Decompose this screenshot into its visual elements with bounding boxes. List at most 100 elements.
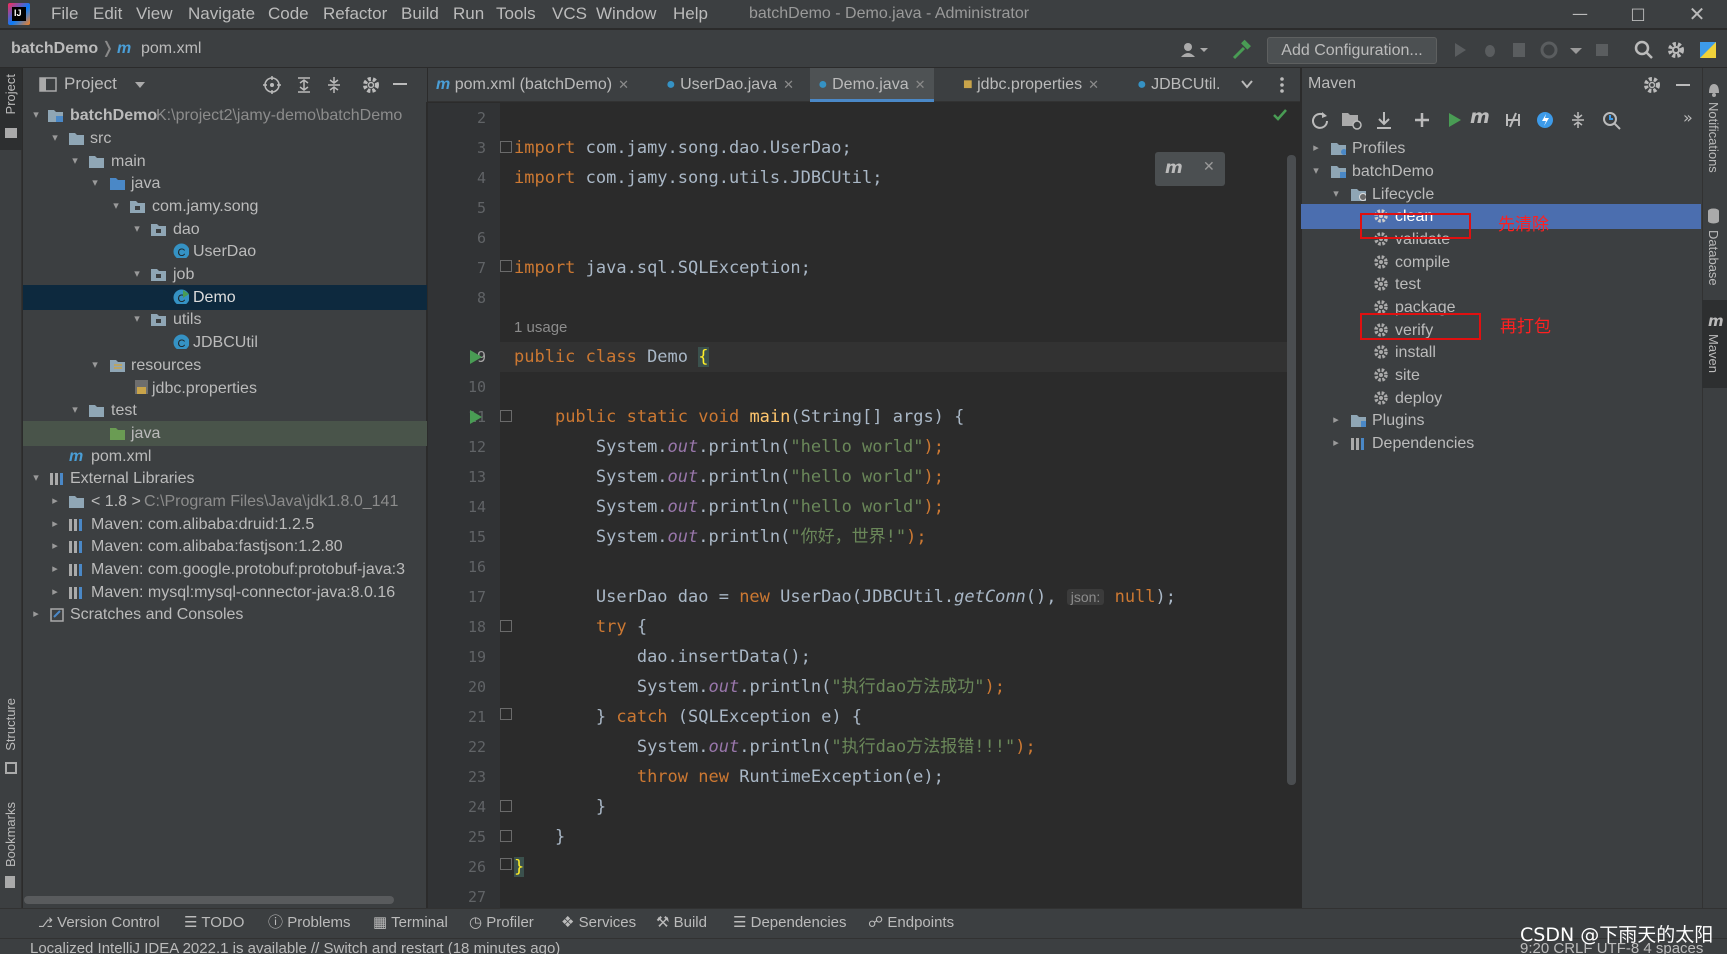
tool-problems[interactable]: ⓘ Problems	[268, 913, 351, 933]
tree-item-jdbcutil[interactable]: C JDBCUtil	[23, 330, 427, 355]
fold-marker-icon[interactable]	[500, 830, 512, 842]
tab-jdbcutil[interactable]: ● JDBCUtil.	[1137, 68, 1220, 102]
more-run-chevron-icon[interactable]	[1564, 38, 1588, 62]
download-sources-icon[interactable]	[1374, 110, 1394, 130]
hide-maven-panel-icon[interactable]	[1676, 84, 1690, 86]
minimize-icon[interactable]: —	[1563, 3, 1597, 25]
menu-file[interactable]: File	[51, 4, 78, 24]
tool-build[interactable]: ⚒ Build	[656, 913, 707, 933]
close-tab-icon[interactable]: ✕	[1088, 77, 1099, 92]
locate-file-icon[interactable]	[262, 75, 282, 95]
run-main-gutter-icon[interactable]	[470, 410, 482, 424]
run-icon[interactable]	[1448, 38, 1472, 62]
project-settings-gear-icon[interactable]	[361, 75, 381, 95]
build-hammer-icon[interactable]	[1230, 38, 1254, 62]
tree-item-external-libraries[interactable]: ▾ External Libraries	[23, 466, 427, 491]
close-tab-icon[interactable]: ✕	[618, 77, 629, 92]
toggle-offline-icon[interactable]	[1503, 110, 1523, 130]
maven-item-plugins[interactable]: ▸ Plugins	[1301, 408, 1701, 433]
maven-phase-test[interactable]: test	[1301, 272, 1701, 297]
project-panel-title[interactable]: Project	[64, 74, 117, 94]
jetbrains-update-icon[interactable]	[1696, 38, 1720, 62]
menu-edit[interactable]: Edit	[93, 4, 122, 24]
tool-version-control[interactable]: ⎇ Version Control	[38, 913, 160, 933]
menu-build[interactable]: Build	[401, 4, 439, 24]
add-maven-project-folder-icon[interactable]	[1341, 110, 1363, 130]
tree-item-java-source[interactable]: ▾ java	[23, 171, 427, 196]
add-configuration-button[interactable]: Add Configuration...	[1267, 37, 1437, 64]
tree-item-jdk[interactable]: ▸ < 1.8 > C:\Program Files\Java\jdk1.8.0…	[23, 489, 427, 514]
close-tab-icon[interactable]: ✕	[783, 77, 794, 92]
profile-icon[interactable]	[1538, 38, 1562, 62]
expand-all-icon[interactable]	[294, 75, 314, 95]
hide-panel-icon[interactable]	[393, 83, 407, 85]
reload-maven-icon[interactable]	[1310, 110, 1330, 130]
tree-item-java-test[interactable]: java	[23, 421, 427, 446]
fold-marker-icon[interactable]	[500, 260, 512, 272]
maven-item-profiles[interactable]: ▸ Profiles	[1301, 136, 1701, 161]
menu-view[interactable]: View	[136, 4, 173, 24]
tool-profiler[interactable]: ◷ Profiler	[469, 913, 534, 933]
editor-vertical-scrollbar[interactable]	[1287, 155, 1296, 785]
notifications-bell-icon[interactable]	[1706, 80, 1722, 98]
tree-item-userdao[interactable]: C UserDao	[23, 239, 427, 264]
more-tabs-menu-icon[interactable]	[1280, 76, 1284, 94]
fold-marker-icon[interactable]	[500, 858, 512, 870]
tool-endpoints[interactable]: ☍ Endpoints	[868, 913, 954, 933]
execute-maven-goal-icon[interactable]: m	[1470, 106, 1490, 128]
menu-run[interactable]: Run	[453, 4, 484, 24]
usage-inlay-hint[interactable]: 1 usage	[514, 315, 567, 340]
tree-item-resources[interactable]: ▾ resources	[23, 353, 427, 378]
close-tab-icon[interactable]: ✕	[915, 77, 926, 92]
maven-reload-icon[interactable]: m	[1165, 158, 1183, 178]
tab-pom-xml[interactable]: m pom.xml (batchDemo) ✕	[436, 68, 629, 102]
debug-icon[interactable]	[1478, 38, 1502, 62]
menu-tools[interactable]: Tools	[496, 4, 536, 24]
fold-marker-icon[interactable]	[500, 141, 512, 153]
close-popup-icon[interactable]: ✕	[1203, 159, 1215, 175]
tabs-dropdown-chevron-icon[interactable]	[1240, 78, 1254, 90]
maximize-icon[interactable]: □	[1621, 3, 1655, 25]
fold-marker-icon[interactable]	[500, 708, 512, 720]
tool-services[interactable]: ❖ Services	[561, 913, 636, 933]
status-message[interactable]: Localized IntelliJ IDEA 2022.1 is availa…	[30, 938, 560, 954]
tree-item-package-com-jamy-song[interactable]: ▾ com.jamy.song	[23, 194, 427, 219]
run-class-gutter-icon[interactable]	[470, 350, 482, 364]
search-icon[interactable]	[1632, 38, 1656, 62]
collapse-all-icon[interactable]	[324, 75, 344, 95]
maven-settings-gear-icon[interactable]	[1642, 75, 1662, 95]
maven-tool-label[interactable]: Maven	[1706, 334, 1721, 373]
close-window-icon[interactable]: ✕	[1680, 3, 1714, 25]
tree-item-scratches[interactable]: ▸ Scratches and Consoles	[23, 602, 427, 627]
project-horizontal-scrollbar[interactable]	[24, 896, 394, 904]
maven-phase-site[interactable]: site	[1301, 363, 1701, 388]
bookmarks-tool-label[interactable]: Bookmarks	[3, 802, 18, 867]
menu-refactor[interactable]: Refactor	[323, 4, 387, 24]
project-tool-label[interactable]: Project	[3, 74, 18, 114]
coverage-icon[interactable]	[1508, 38, 1532, 62]
collapse-all-icon[interactable]	[1568, 110, 1588, 130]
tool-todo[interactable]: ☰ TODO	[184, 913, 244, 933]
menu-code[interactable]: Code	[268, 4, 309, 24]
tree-item-job[interactable]: ▾ job	[23, 262, 427, 287]
menu-window[interactable]: Window	[596, 4, 656, 24]
tab-demo-java[interactable]: ● Demo.java ✕	[810, 68, 934, 102]
maven-item-dependencies[interactable]: ▸ Dependencies	[1301, 431, 1701, 456]
show-dependencies-icon[interactable]	[1601, 110, 1623, 130]
breadcrumb-project[interactable]: batchDemo	[11, 39, 98, 59]
breadcrumb-file[interactable]: pom.xml	[141, 39, 201, 59]
menu-help[interactable]: Help	[673, 4, 708, 24]
database-tool-label[interactable]: Database	[1706, 230, 1721, 286]
run-maven-build-icon[interactable]	[1444, 110, 1464, 130]
fold-marker-icon[interactable]	[500, 800, 512, 812]
no-problems-check-icon[interactable]	[1272, 108, 1288, 122]
stop-icon[interactable]	[1590, 38, 1614, 62]
add-icon[interactable]	[1412, 110, 1432, 130]
user-icon[interactable]	[1178, 38, 1210, 62]
tree-item-test[interactable]: ▾ test	[23, 398, 427, 423]
menu-navigate[interactable]: Navigate	[188, 4, 255, 24]
maven-item-batchdemo[interactable]: ▾ batchDemo	[1301, 159, 1701, 184]
fold-marker-icon[interactable]	[500, 620, 512, 632]
tree-item-maven-fastjson[interactable]: ▸ Maven: com.alibaba:fastjson:1.2.80	[23, 534, 427, 559]
notifications-tool-label[interactable]: Notifications	[1706, 102, 1721, 173]
